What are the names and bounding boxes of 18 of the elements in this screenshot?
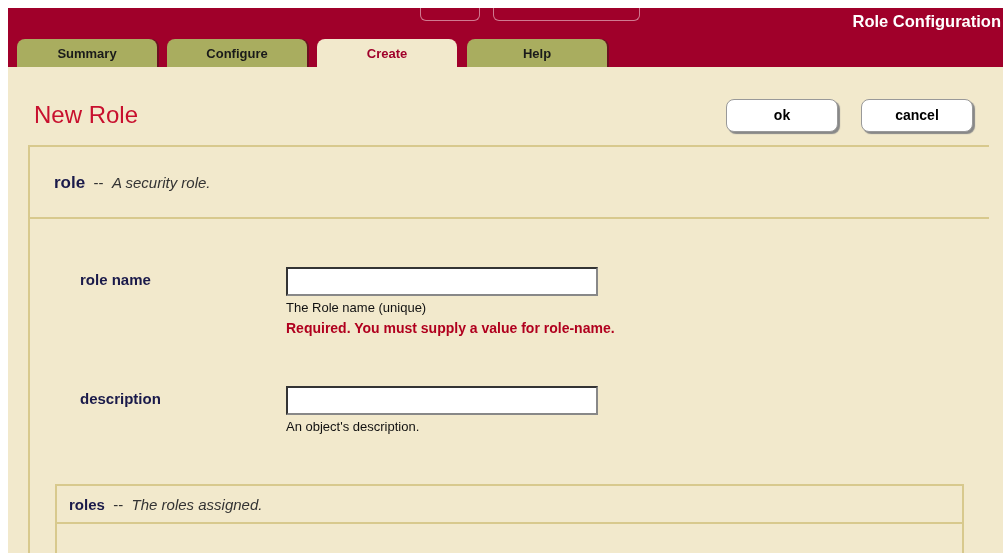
field-label: description (79, 389, 162, 409)
header-tab-outline (420, 8, 480, 21)
tab[interactable]: Configure (167, 39, 307, 67)
input-field[interactable] (286, 267, 598, 296)
section-heading: role -- A security role. (54, 174, 211, 191)
field-hint: The Role name (unique) (286, 300, 428, 315)
app-title: Role Configuration (852, 11, 1001, 32)
subsection-heading: roles -- The roles assigned. (69, 496, 263, 513)
tab[interactable]: Help (467, 39, 607, 67)
tab[interactable]: Create (317, 39, 457, 67)
input-field[interactable] (286, 386, 598, 415)
ok-button[interactable]: ok (726, 98, 838, 132)
field-label: role name (79, 270, 152, 290)
error-message: Required. You must supply a value for role-name. (286, 320, 615, 336)
page-title: New Role (34, 101, 140, 129)
cancel-button[interactable]: cancel (861, 98, 973, 132)
field-hint: An object's description. (286, 419, 421, 434)
tab[interactable]: Summary (17, 39, 157, 67)
